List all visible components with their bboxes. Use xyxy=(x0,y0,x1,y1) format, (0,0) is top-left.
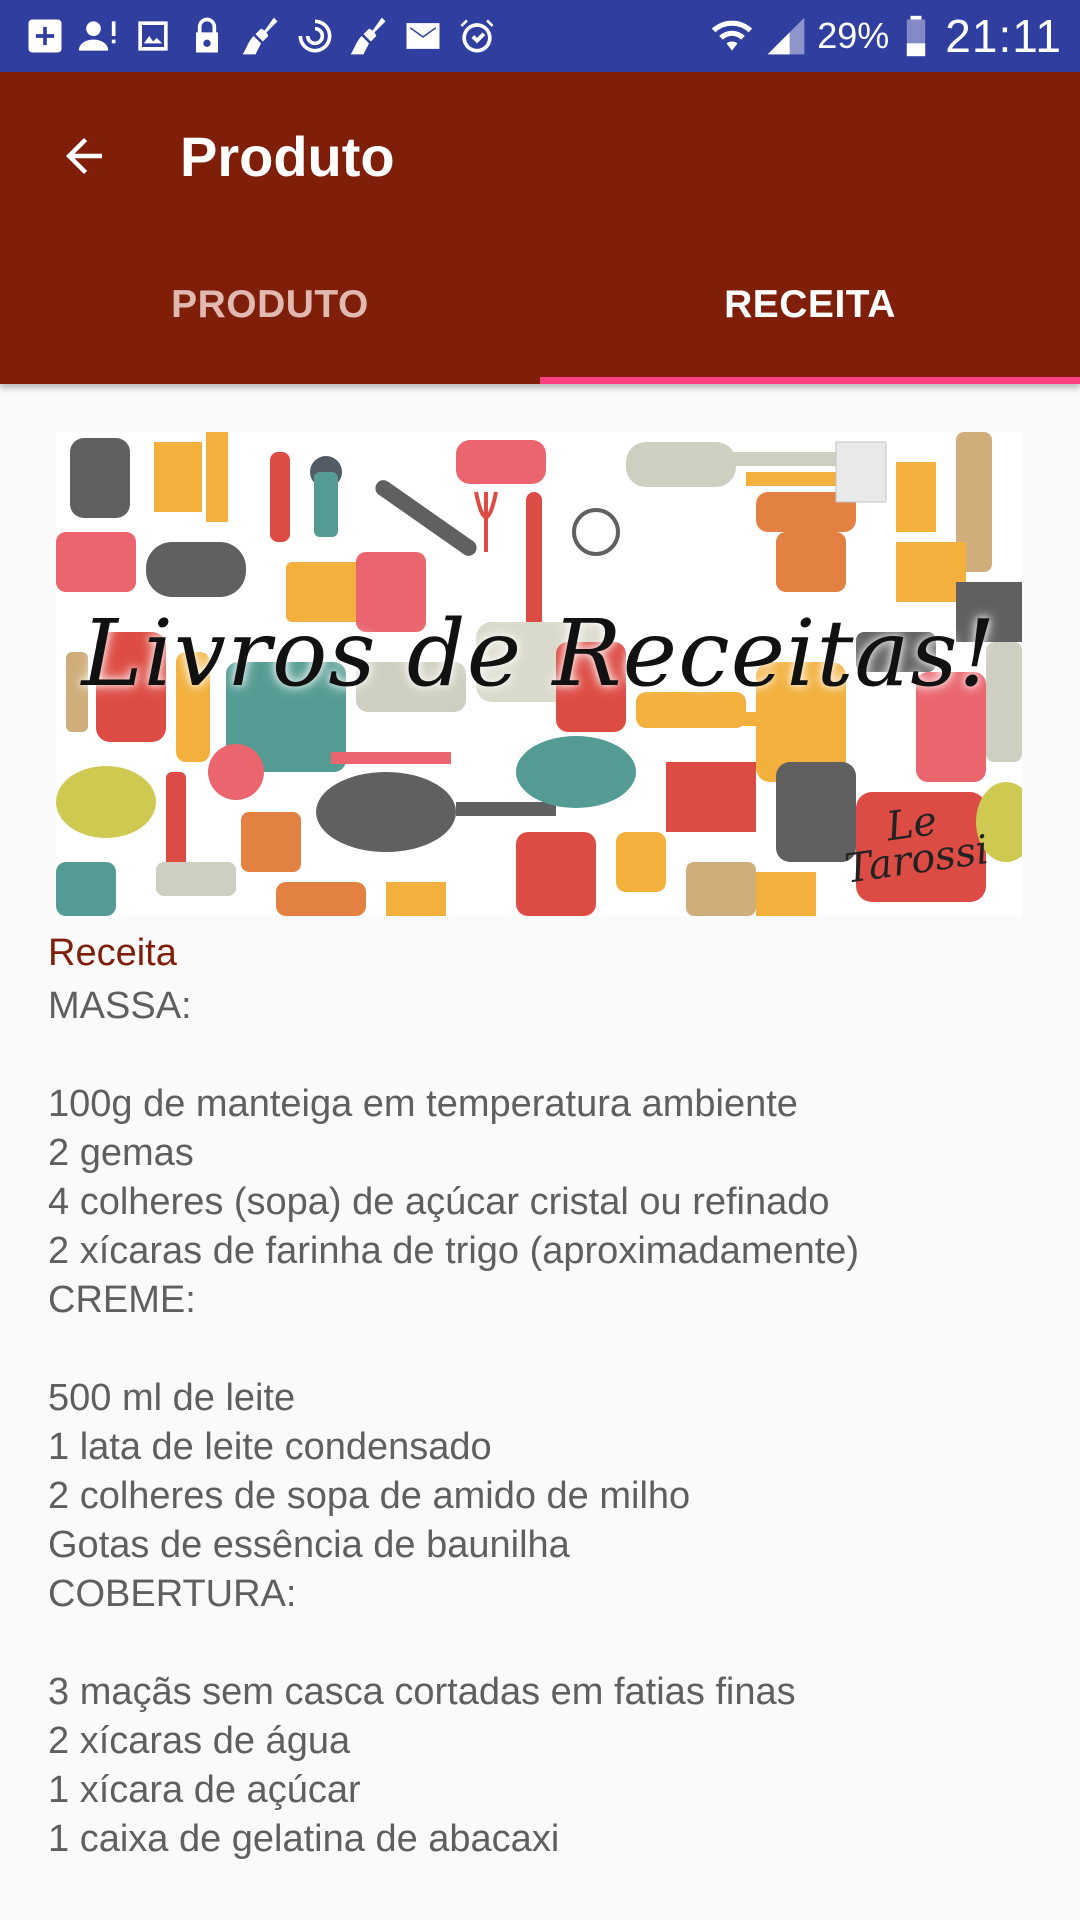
sync-icon xyxy=(288,0,342,72)
recipe-line xyxy=(48,1031,1048,1080)
banner-title: Livros de Receitas! xyxy=(81,600,997,707)
broom-icon xyxy=(342,0,396,72)
lock-icon xyxy=(180,0,234,72)
battery-percent: 29% xyxy=(817,15,890,56)
recipe-line: 2 xícaras de água xyxy=(48,1720,351,1762)
signal-icon xyxy=(759,0,813,72)
arrow-back-icon xyxy=(66,138,102,174)
person-alert-icon xyxy=(72,0,126,72)
recipe-line xyxy=(48,1619,1048,1668)
recipe-line: 500 ml de leite xyxy=(48,1377,296,1419)
add-box-icon xyxy=(18,0,72,72)
status-bar: 29% 21:11 xyxy=(0,0,1080,72)
recipe-label: Receita xyxy=(48,932,177,974)
page-title: Produto xyxy=(180,124,395,188)
recipe-line: 4 colheres (sopa) de açúcar cristal ou r… xyxy=(48,1181,830,1223)
recipe-line: Gotas de essência de baunilha xyxy=(48,1524,570,1566)
tab-produto[interactable]: PRODUTO xyxy=(0,240,540,384)
recipe-line: 100g de manteiga em temperatura ambiente xyxy=(48,1083,798,1125)
recipe-line: MASSA: xyxy=(48,985,192,1027)
recipe-line: 2 gemas xyxy=(48,1132,194,1174)
wifi-icon xyxy=(705,0,759,72)
system-status: 29% 21:11 xyxy=(705,0,1062,72)
back-button[interactable] xyxy=(36,108,132,204)
notification-icons xyxy=(18,0,504,72)
tab-receita[interactable]: RECEITA xyxy=(540,240,1080,384)
recipe-line: 1 caixa de gelatina de abacaxi xyxy=(48,1818,560,1860)
recipe-text: MASSA: 100g de manteiga em temperatura am… xyxy=(48,982,1048,1864)
recipe-line: 2 colheres de sopa de amido de milho xyxy=(48,1475,691,1517)
toolbar: Produto xyxy=(0,72,1080,240)
recipe-line: CREME: xyxy=(48,1279,196,1321)
recipe-line: COBERTURA: xyxy=(48,1573,297,1615)
broom-icon xyxy=(234,0,288,72)
recipe-line xyxy=(48,1325,1048,1374)
recipe-banner-image: Livros de Receitas! Le Tarossi xyxy=(56,432,1022,916)
clock: 21:11 xyxy=(945,10,1062,62)
recipe-line: 1 lata de leite condensado xyxy=(48,1426,492,1468)
recipe-line: 1 xícara de açúcar xyxy=(48,1769,361,1811)
battery-icon xyxy=(901,0,931,72)
recipe-line: 2 xícaras de farinha de trigo (aproximad… xyxy=(48,1230,860,1272)
image-icon xyxy=(126,0,180,72)
mail-icon xyxy=(396,0,450,72)
alarm-icon xyxy=(450,0,504,72)
recipe-line: 3 maçãs sem casca cortadas em fatias fin… xyxy=(48,1671,796,1713)
tab-bar: PRODUTO RECEITA xyxy=(0,240,1080,384)
app-bar: Produto PRODUTO RECEITA xyxy=(0,72,1080,384)
